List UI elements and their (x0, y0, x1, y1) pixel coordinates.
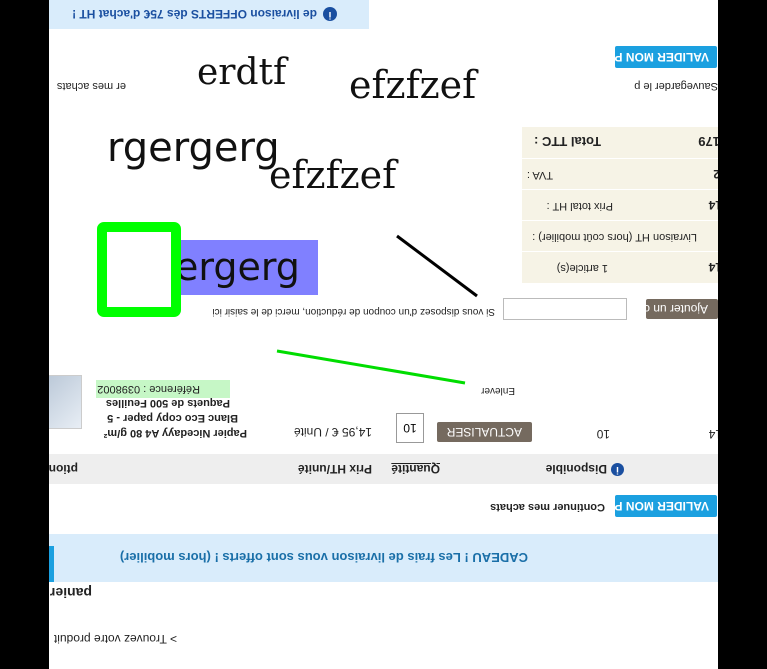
browser-page: > Trouvez votre produit panier CADEAU ! … (49, 0, 718, 669)
green-line (276, 349, 466, 385)
black-line (396, 234, 478, 298)
overlay-lines (276, 234, 478, 385)
